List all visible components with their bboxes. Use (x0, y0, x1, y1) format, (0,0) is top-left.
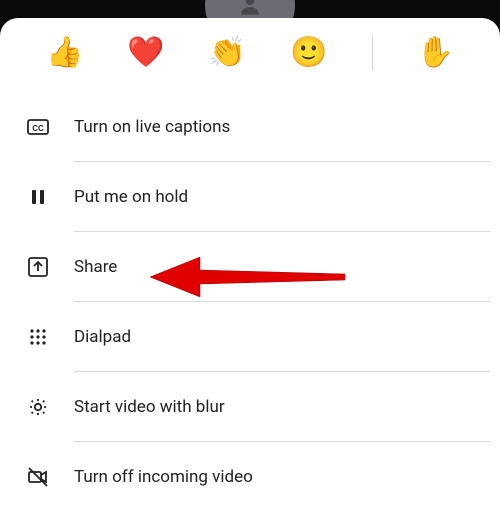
menu-item-hold[interactable]: Put me on hold (0, 162, 500, 232)
reaction-thumbs-up[interactable]: 👍 (46, 38, 83, 68)
menu-item-captions[interactable]: CC Turn on live captions (0, 92, 500, 162)
menu-label: Dialpad (74, 327, 131, 347)
menu-label: Put me on hold (74, 187, 188, 207)
menu-item-incoming-video[interactable]: Turn off incoming video (0, 442, 500, 512)
actions-menu: CC Turn on live captions Put me on hold … (0, 92, 500, 512)
reactions-divider (372, 36, 373, 70)
video-off-icon (16, 465, 60, 489)
reaction-applause[interactable]: 👏 (209, 38, 246, 68)
menu-label: Share (74, 257, 117, 277)
reaction-smile[interactable]: 🙂 (290, 38, 327, 68)
menu-item-blur[interactable]: Start video with blur (0, 372, 500, 442)
menu-label: Turn off incoming video (74, 467, 253, 487)
menu-label: Start video with blur (74, 397, 225, 417)
share-icon (16, 255, 60, 279)
menu-item-dialpad[interactable]: Dialpad (0, 302, 500, 372)
reaction-heart[interactable]: ❤️ (127, 38, 164, 68)
menu-label: Turn on live captions (74, 117, 230, 137)
svg-text:CC: CC (32, 124, 44, 133)
dialpad-icon (16, 325, 60, 349)
captions-icon: CC (16, 115, 60, 139)
reactions-bar: 👍 ❤️ 👏 🙂 ✋ (0, 18, 500, 92)
hold-icon (16, 185, 60, 209)
blur-icon (16, 395, 60, 419)
menu-item-share[interactable]: Share (0, 232, 500, 302)
reaction-raise-hand[interactable]: ✋ (417, 38, 454, 68)
more-actions-sheet: 👍 ❤️ 👏 🙂 ✋ CC Turn on live captions Put … (0, 18, 500, 517)
